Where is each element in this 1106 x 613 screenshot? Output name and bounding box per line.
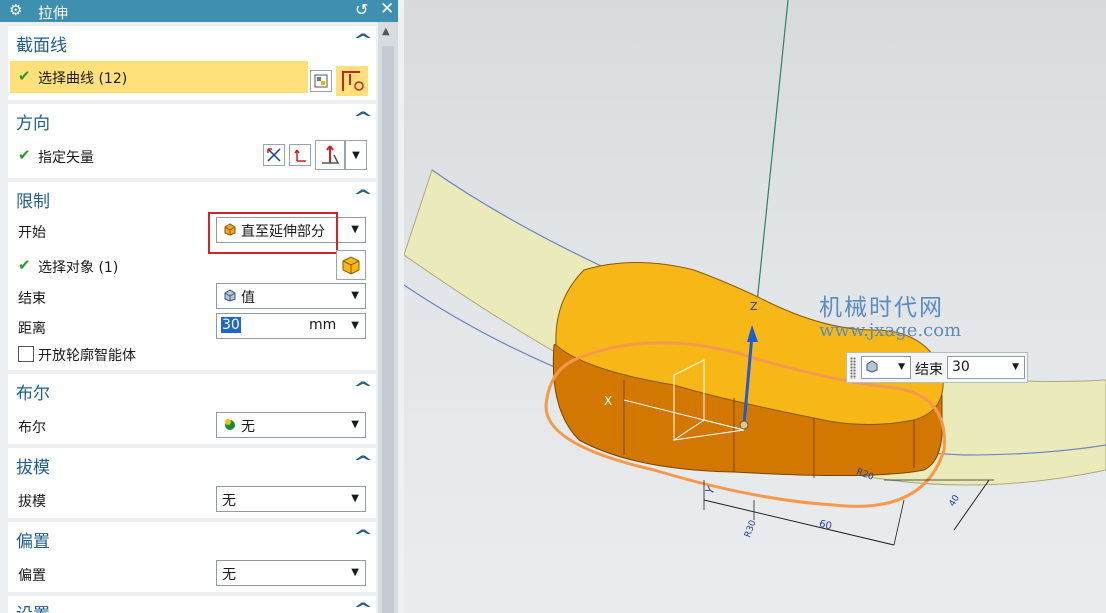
- dialog-title: 拉伸: [38, 4, 69, 22]
- dropdown-arrow-icon: ▼: [1012, 362, 1019, 372]
- offset-dropdown[interactable]: 无 ▼: [216, 560, 366, 586]
- offset-label: 偏置: [18, 568, 46, 584]
- no-boolean-icon: [223, 417, 237, 435]
- distance-input[interactable]: 30 mm ▼: [216, 313, 366, 339]
- dropdown-arrow-icon: ▼: [351, 567, 359, 578]
- section-settings-group: 设置 ^: [8, 596, 376, 613]
- reset-icon[interactable]: ↺: [355, 0, 368, 19]
- select-object-label: 选择对象 (1): [38, 260, 119, 276]
- check-icon: ✔: [18, 256, 31, 274]
- vector-dialog-button[interactable]: [289, 144, 311, 166]
- collapse-chevron-icon[interactable]: ^: [353, 379, 373, 399]
- scroll-up-icon[interactable]: ▲: [382, 26, 390, 37]
- watermark-title: 机械时代网: [819, 295, 944, 321]
- section-offset-group: 偏置 ^ 偏置 无 ▼: [8, 522, 376, 592]
- distance-unit: mm: [309, 317, 337, 333]
- section-curve-title[interactable]: 截面线: [16, 31, 67, 56]
- floating-end-toolbar: ▼ 结束 30 ▼: [846, 352, 1028, 383]
- collapse-chevron-icon[interactable]: ^: [353, 453, 373, 473]
- end-value: 值: [241, 290, 255, 306]
- axis-z-label: Z: [750, 300, 758, 313]
- check-icon: ✔: [18, 67, 31, 85]
- dropdown-arrow-icon: ▼: [351, 493, 359, 504]
- collapse-chevron-icon[interactable]: ^: [353, 109, 373, 129]
- select-object-button[interactable]: [336, 250, 366, 280]
- section-draft-group: 拔模 ^ 拔模 无 ▼: [8, 448, 376, 518]
- specify-vector-label: 指定矢量: [38, 150, 94, 166]
- curve-rule-button[interactable]: [310, 70, 332, 92]
- dropdown-arrow-icon: ▼: [351, 320, 359, 331]
- section-limits-group: 限制 ^ 开始 直至延伸部分 ▼ ✔ 选择对象 (1) 结束 值 ▼ 距离 30…: [8, 182, 376, 370]
- check-icon: ✔: [18, 146, 31, 164]
- distance-label: 距离: [18, 321, 46, 337]
- solid-body-icon: [342, 256, 360, 275]
- curve-rule-icon: [314, 74, 328, 88]
- boolean-value: 无: [241, 419, 255, 435]
- distance-value[interactable]: 30: [221, 317, 241, 333]
- dialog-title-bar[interactable]: ⚙ 拉伸 ↺ ✕: [0, 0, 398, 22]
- watermark-url: www.jxage.com: [819, 320, 962, 341]
- dropdown-arrow-icon: ▼: [351, 290, 359, 301]
- reverse-direction-icon: [267, 148, 281, 162]
- reverse-direction-button[interactable]: [263, 144, 285, 166]
- select-curve-row[interactable]: ✔ 选择曲线 (12): [10, 61, 308, 93]
- drag-handle[interactable]: [850, 357, 856, 379]
- value-icon: [223, 288, 237, 306]
- dialog-body: 截面线 ^ ✔ 选择曲线 (12) 方向 ^ ✔ 指定矢量 ▼ 限制 ^ 开始 …: [0, 22, 378, 613]
- boolean-dropdown[interactable]: 无 ▼: [216, 412, 366, 438]
- gear-icon[interactable]: ⚙: [9, 1, 22, 19]
- section-curve-group: 截面线 ^ ✔ 选择曲线 (12): [8, 26, 376, 100]
- vector-icon: [294, 149, 306, 162]
- value-icon: [866, 360, 879, 376]
- graphics-viewport[interactable]: Z X Y 60 R30 40 R20 机械时代网 www.jxage.com …: [404, 0, 1106, 613]
- open-profile-label: 开放轮廓智能体: [38, 348, 136, 364]
- start-label: 开始: [18, 225, 46, 241]
- boolean-label: 布尔: [18, 420, 46, 436]
- offset-value: 无: [222, 567, 236, 583]
- end-label: 结束: [18, 291, 46, 307]
- extrude-dialog: ⚙ 拉伸 ↺ ✕ 截面线 ^ ✔ 选择曲线 (12) 方向 ^ ✔ 指定矢量 ▼…: [0, 0, 398, 613]
- dropdown-arrow-icon: ▼: [352, 149, 360, 161]
- section-direction-title[interactable]: 方向: [16, 109, 50, 134]
- end-label: 结束: [915, 362, 943, 378]
- collapse-chevron-icon[interactable]: ^: [353, 31, 373, 51]
- select-curve-label: 选择曲线 (12): [38, 71, 128, 87]
- dropdown-arrow-icon: ▼: [898, 362, 905, 372]
- end-distance-value[interactable]: 30: [952, 359, 970, 375]
- draft-dropdown[interactable]: 无 ▼: [216, 486, 366, 512]
- section-settings-title[interactable]: 设置: [16, 600, 50, 613]
- section-boolean-group: 布尔 ^ 布尔 无 ▼: [8, 374, 376, 444]
- sketch-section-button[interactable]: [336, 66, 368, 96]
- draft-label: 拔模: [18, 494, 46, 510]
- open-profile-checkbox[interactable]: [18, 346, 34, 362]
- vector-type-button[interactable]: [315, 140, 345, 170]
- section-draft-title[interactable]: 拔模: [16, 453, 50, 478]
- section-offset-title[interactable]: 偏置: [16, 527, 50, 552]
- collapse-chevron-icon[interactable]: ^: [353, 527, 373, 547]
- section-direction-group: 方向 ^ ✔ 指定矢量 ▼: [8, 104, 376, 178]
- section-limits-title[interactable]: 限制: [16, 187, 50, 212]
- dropdown-arrow-icon: ▼: [351, 224, 359, 235]
- end-type-dropdown[interactable]: ▼: [861, 356, 911, 379]
- scrollbar-thumb[interactable]: [382, 46, 394, 613]
- section-boolean-title[interactable]: 布尔: [16, 379, 50, 404]
- dropdown-arrow-icon: ▼: [351, 419, 359, 430]
- end-dropdown[interactable]: 值 ▼: [216, 283, 366, 309]
- vector-type-dropdown[interactable]: ▼: [345, 140, 367, 170]
- end-distance-input[interactable]: 30 ▼: [947, 356, 1025, 379]
- collapse-chevron-icon[interactable]: ^: [353, 187, 373, 207]
- vector-type-icon: [322, 145, 340, 164]
- sketch-section-icon: [342, 71, 364, 91]
- draft-value: 无: [222, 493, 236, 509]
- highlight-annotation-box: [208, 212, 338, 254]
- axis-x-label: X: [604, 394, 613, 408]
- collapse-chevron-icon[interactable]: ^: [353, 600, 373, 613]
- watermark: 机械时代网 www.jxage.com: [819, 288, 961, 341]
- close-icon[interactable]: ✕: [380, 0, 394, 19]
